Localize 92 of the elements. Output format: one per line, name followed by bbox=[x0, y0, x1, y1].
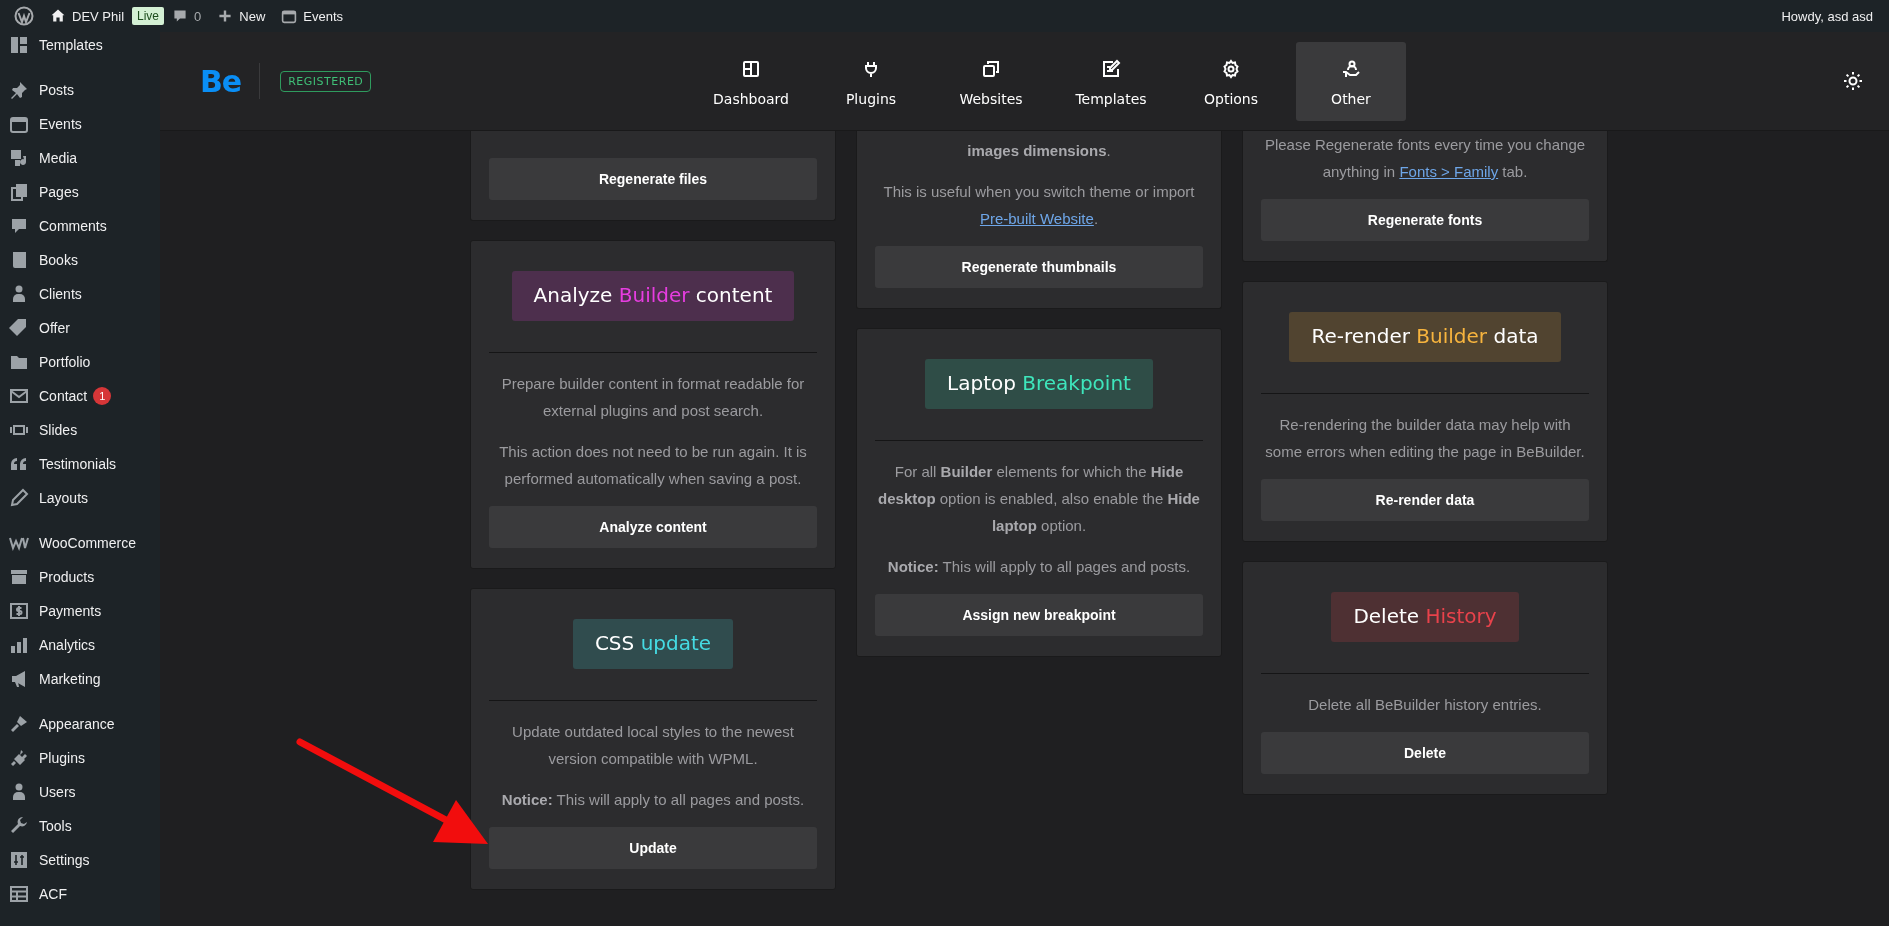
count-badge: 1 bbox=[93, 387, 112, 405]
action-button[interactable]: Update bbox=[489, 827, 817, 869]
action-button[interactable]: Re-render data bbox=[1261, 479, 1589, 521]
sidebar-item[interactable]: Appearance bbox=[0, 707, 160, 741]
sidebar-item[interactable]: Portfolio bbox=[0, 345, 160, 379]
bar-chart-icon bbox=[9, 635, 29, 655]
sidebar-item[interactable]: Marketing bbox=[0, 662, 160, 696]
hand-person-icon bbox=[1341, 59, 1361, 79]
calendar-icon bbox=[281, 8, 298, 24]
sidebar-item[interactable]: ACF bbox=[0, 877, 160, 911]
card-description: Delete all BeBuilder history entries. bbox=[1307, 695, 1543, 715]
card-description: Notice: This will apply to all pages and posts. bbox=[886, 557, 1192, 577]
pin-icon bbox=[9, 80, 29, 100]
registered-badge: REGISTERED bbox=[280, 70, 372, 92]
speech-bubble-icon bbox=[9, 216, 29, 236]
sidebar-item[interactable]: Books bbox=[0, 243, 160, 277]
sidebar-item[interactable]: Events bbox=[0, 107, 160, 141]
card-description: Re-rendering the builder data may help with some errors when editing the page in BeBuilder. bbox=[1264, 415, 1586, 462]
sidebar-item[interactable]: Clients bbox=[0, 277, 160, 311]
new-link[interactable]: New bbox=[209, 0, 274, 32]
nav-tab[interactable]: Plugins bbox=[816, 41, 926, 121]
grid-icon bbox=[9, 35, 29, 55]
live-badge: Live bbox=[132, 7, 165, 25]
sidebar-item[interactable]: Comments bbox=[0, 209, 160, 243]
pencil-icon bbox=[9, 488, 29, 508]
sidebar-item[interactable]: WooCommerce bbox=[0, 526, 160, 560]
card-title: Re-render Builder data bbox=[1289, 312, 1561, 362]
action-button[interactable]: Regenerate fonts bbox=[1261, 199, 1589, 241]
wordpress-logo-icon bbox=[14, 6, 34, 26]
sidebar-item[interactable]: Contact 1 bbox=[0, 379, 160, 413]
sidebar-item[interactable]: Users bbox=[0, 775, 160, 809]
sliders-icon bbox=[9, 850, 29, 870]
stacked-squares-icon bbox=[981, 59, 1001, 79]
nav-tab[interactable]: Templates bbox=[1056, 41, 1166, 121]
nav-tab[interactable]: Dashboard bbox=[696, 41, 806, 121]
action-button[interactable]: Delete bbox=[1261, 732, 1589, 774]
dollar-icon bbox=[9, 601, 29, 621]
pages-icon bbox=[9, 182, 29, 202]
sidebar-item[interactable]: Settings bbox=[0, 843, 160, 877]
speech-bubble-icon bbox=[172, 8, 189, 24]
brush-icon bbox=[9, 714, 29, 734]
sidebar-item[interactable]: Slides bbox=[0, 413, 160, 447]
account-link[interactable]: Howdy, asd asd bbox=[1773, 0, 1881, 32]
sidebar-item[interactable]: Analytics bbox=[0, 628, 160, 662]
card-description: images dimensions. bbox=[966, 141, 1112, 161]
card-description: Notice: This will apply to all pages and posts. bbox=[500, 790, 806, 810]
card-description: This is useful when you switch theme or import Pre-built Website. bbox=[882, 182, 1196, 229]
home-icon bbox=[50, 8, 66, 24]
card-description: Update outdated local styles to the newest version compatible with WPML. bbox=[511, 722, 795, 769]
nav-tab[interactable]: Options bbox=[1176, 41, 1286, 121]
plus-icon bbox=[217, 8, 234, 24]
card-title: CSS update bbox=[572, 619, 734, 669]
card-description: Please Regenerate fonts every time you change anything in Fonts > Family tab. bbox=[1263, 135, 1587, 182]
brand-logo[interactable]: Be bbox=[200, 63, 242, 99]
card-title: Analyze Builder content bbox=[511, 271, 795, 321]
dashboard-icon bbox=[741, 59, 761, 79]
sidebar-item[interactable]: Products bbox=[0, 560, 160, 594]
action-button[interactable]: Assign new breakpoint bbox=[875, 594, 1203, 636]
sidebar-item[interactable]: Media bbox=[0, 141, 160, 175]
card-description: For all Builder elements for which the Hide desktop option is enabled, also enable the Hide laptop option. bbox=[877, 462, 1201, 536]
action-button[interactable]: Analyze content bbox=[489, 506, 817, 548]
card-title: Delete History bbox=[1331, 592, 1519, 642]
nav-tab[interactable]: Websites bbox=[936, 41, 1046, 121]
card-description: Prepare builder content in format readable for external plugins and post search. bbox=[500, 374, 806, 421]
sidebar-item[interactable]: Payments bbox=[0, 594, 160, 628]
calendar-icon bbox=[9, 114, 29, 134]
sidebar-item[interactable]: Offer bbox=[0, 311, 160, 345]
card-description: This action does not need to be run again. It is performed automatically when saving a post. bbox=[498, 442, 808, 489]
sidebar-item[interactable]: Testimonials bbox=[0, 447, 160, 481]
sidebar-item[interactable]: Tools bbox=[0, 809, 160, 843]
archive-box-icon bbox=[9, 567, 29, 587]
inline-link[interactable]: Fonts > Family bbox=[1399, 163, 1499, 180]
action-button[interactable]: Regenerate thumbnails bbox=[875, 246, 1203, 288]
sidebar-item[interactable]: Layouts bbox=[0, 481, 160, 515]
sidebar-item[interactable]: Plugins bbox=[0, 741, 160, 775]
table-icon bbox=[9, 884, 29, 904]
wrench-icon bbox=[9, 816, 29, 836]
gear-icon bbox=[1221, 59, 1241, 79]
sidebar-item[interactable]: Posts bbox=[0, 73, 160, 107]
events-link[interactable]: Events bbox=[273, 0, 352, 32]
comments-link[interactable]: 0 bbox=[164, 0, 210, 32]
card-title: Laptop Breakpoint bbox=[925, 359, 1153, 409]
nav-tab[interactable]: Other bbox=[1296, 41, 1406, 121]
document-edit-icon bbox=[1101, 59, 1121, 79]
tag-icon bbox=[9, 318, 29, 338]
sun-icon[interactable] bbox=[1843, 71, 1863, 91]
inline-link[interactable]: Pre-built Website bbox=[979, 210, 1094, 227]
action-button[interactable]: Regenerate files bbox=[489, 158, 817, 200]
media-icon bbox=[9, 148, 29, 168]
envelope-icon bbox=[9, 386, 29, 406]
plug-icon bbox=[9, 748, 29, 768]
sidebar-item[interactable]: Pages bbox=[0, 175, 160, 209]
